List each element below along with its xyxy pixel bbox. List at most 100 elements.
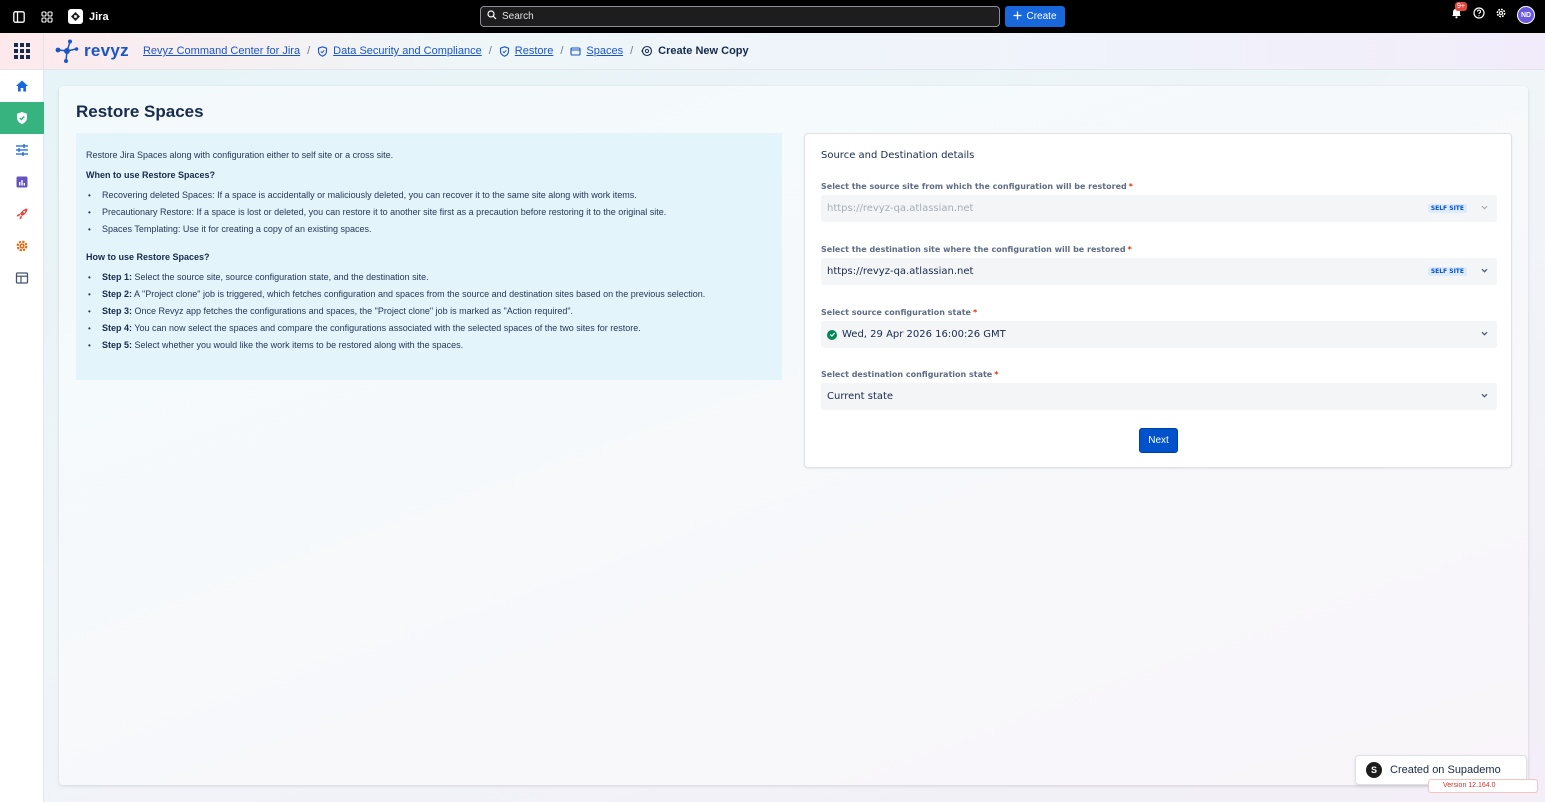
source-site-label: Select the source site from which the co… bbox=[821, 182, 1133, 191]
steps-list: Step 1: Select the source site, source c… bbox=[86, 269, 772, 354]
notifications-button[interactable]: 9+ bbox=[1450, 2, 1467, 24]
app-switcher-icon[interactable] bbox=[40, 10, 54, 24]
revyz-logo-icon bbox=[55, 39, 79, 63]
destination-state-value: Current state bbox=[827, 391, 894, 402]
sidebar-item-launch[interactable] bbox=[0, 198, 44, 230]
breadcrumb-spaces[interactable]: Spaces bbox=[586, 45, 623, 57]
step-label: Step 3: bbox=[102, 306, 133, 316]
source-state-label-text: Select source configuration state bbox=[821, 308, 971, 317]
step-label: Step 1: bbox=[102, 272, 133, 282]
app-menu-button[interactable] bbox=[0, 32, 44, 70]
step-text: A "Project clone" job is triggered, whic… bbox=[132, 289, 706, 299]
breadcrumb-separator: / bbox=[307, 45, 311, 57]
sidebar-item-settings[interactable] bbox=[0, 230, 44, 262]
supademo-logo-icon: S bbox=[1366, 762, 1382, 778]
check-circle-icon bbox=[827, 329, 837, 340]
jira-logo[interactable]: Jira bbox=[68, 9, 109, 24]
list-item: Spaces Templating: Use it for creating a… bbox=[86, 221, 772, 238]
search-icon bbox=[487, 10, 497, 23]
app-header: revyz Revyz Command Center for Jira / Da… bbox=[0, 32, 1545, 70]
jira-logo-icon bbox=[68, 9, 83, 24]
version-label: Version 12.164.0 bbox=[1428, 779, 1538, 793]
step-label: Step 4: bbox=[102, 323, 133, 333]
chevron-down-icon bbox=[1480, 266, 1489, 278]
step-text: Select whether you would like the work i… bbox=[132, 340, 464, 350]
info-panel: Restore Jira Spaces along with configura… bbox=[76, 133, 782, 380]
create-button[interactable]: Create bbox=[1005, 6, 1065, 27]
source-destination-form: Source and Destination details Select th… bbox=[804, 133, 1512, 468]
destination-state-label-text: Select destination configuration state bbox=[821, 370, 993, 379]
window-icon bbox=[570, 46, 581, 57]
list-item: Step 4: You can now select the spaces an… bbox=[86, 320, 772, 337]
shield-check-icon bbox=[17, 112, 27, 124]
user-avatar[interactable]: ND bbox=[1517, 6, 1535, 24]
revyz-logo[interactable]: revyz bbox=[54, 38, 129, 64]
destination-site-value: https://revyz-qa.atlassian.net bbox=[827, 266, 974, 277]
destination-state-select[interactable]: Current state bbox=[821, 383, 1497, 410]
sidebar-item-reports[interactable] bbox=[0, 166, 44, 198]
how-heading: How to use Restore Spaces? bbox=[86, 252, 210, 262]
bar-chart-icon bbox=[16, 176, 28, 188]
self-site-badge: SELF SITE bbox=[1427, 267, 1467, 276]
step-text: Once Revyz app fetches the configuration… bbox=[132, 306, 574, 316]
sidebar-toggle-icon[interactable] bbox=[12, 10, 26, 24]
sidebar bbox=[0, 70, 44, 802]
help-icon[interactable] bbox=[1473, 6, 1485, 24]
sidebar-item-data-security[interactable] bbox=[0, 102, 44, 134]
list-item: Step 1: Select the source site, source c… bbox=[86, 269, 772, 286]
breadcrumb-current: Create New Copy bbox=[658, 45, 749, 57]
revyz-wordmark: revyz bbox=[84, 41, 129, 60]
jira-app-name: Jira bbox=[89, 10, 109, 23]
list-item: Step 5: Select whether you would like th… bbox=[86, 337, 772, 354]
chevron-down-icon bbox=[1480, 329, 1489, 341]
required-asterisk: * bbox=[1128, 182, 1133, 191]
search-input[interactable]: Search bbox=[480, 6, 1000, 27]
create-button-label: Create bbox=[1026, 11, 1057, 22]
step-text: You can now select the spaces and compar… bbox=[132, 323, 641, 333]
source-state-select[interactable]: Wed, 29 Apr 2026 16:00:26 GMT bbox=[821, 321, 1497, 348]
source-state-label: Select source configuration state * bbox=[821, 308, 977, 317]
plus-icon bbox=[1013, 11, 1022, 23]
self-site-badge: SELF SITE bbox=[1427, 204, 1467, 213]
source-state-value: Wed, 29 Apr 2026 16:00:26 GMT bbox=[842, 329, 1006, 340]
home-icon bbox=[16, 80, 28, 92]
source-site-label-text: Select the source site from which the co… bbox=[821, 182, 1127, 191]
breadcrumb-command-center[interactable]: Revyz Command Center for Jira bbox=[143, 45, 300, 57]
sidebar-item-dashboard[interactable] bbox=[0, 262, 44, 294]
destination-site-select[interactable]: https://revyz-qa.atlassian.net SELF SITE bbox=[821, 258, 1497, 285]
shield-check-icon bbox=[499, 45, 510, 57]
rocket-icon bbox=[16, 208, 28, 220]
sidebar-item-configuration[interactable] bbox=[0, 134, 44, 166]
list-item: Step 3: Once Revyz app fetches the confi… bbox=[86, 303, 772, 320]
chevron-down-icon bbox=[1480, 391, 1489, 403]
destination-site-label: Select the destination site where the co… bbox=[821, 245, 1132, 254]
shield-icon bbox=[317, 45, 328, 57]
list-item: Recovering deleted Spaces: If a space is… bbox=[86, 187, 772, 204]
destination-state-label: Select destination configuration state * bbox=[821, 370, 998, 379]
breadcrumb-data-security[interactable]: Data Security and Compliance bbox=[333, 45, 482, 57]
source-site-select[interactable]: https://revyz-qa.atlassian.net SELF SITE bbox=[821, 195, 1497, 222]
breadcrumb-separator: / bbox=[488, 45, 492, 57]
next-button[interactable]: Next bbox=[1139, 428, 1178, 453]
breadcrumb: Revyz Command Center for Jira / Data Sec… bbox=[143, 45, 749, 57]
required-asterisk: * bbox=[1127, 245, 1132, 254]
when-list: Recovering deleted Spaces: If a space is… bbox=[86, 187, 772, 238]
notification-count-badge: 9+ bbox=[1455, 2, 1467, 11]
required-asterisk: * bbox=[972, 308, 978, 317]
list-item: Step 2: A "Project clone" job is trigger… bbox=[86, 286, 772, 303]
search-placeholder: Search bbox=[502, 11, 534, 22]
breadcrumb-separator: / bbox=[560, 45, 564, 57]
sliders-icon bbox=[16, 144, 28, 156]
step-text: Select the source site, source configura… bbox=[132, 272, 429, 282]
form-title: Source and Destination details bbox=[821, 150, 975, 161]
breadcrumb-separator: / bbox=[630, 45, 634, 57]
destination-site-label-text: Select the destination site where the co… bbox=[821, 245, 1126, 254]
breadcrumb-restore[interactable]: Restore bbox=[515, 45, 554, 57]
sidebar-item-home[interactable] bbox=[0, 70, 44, 102]
step-label: Step 2: bbox=[102, 289, 133, 299]
when-heading: When to use Restore Spaces? bbox=[86, 170, 216, 180]
top-navigation-bar: Jira Search Create 9+ ND bbox=[0, 0, 1545, 33]
settings-gear-icon[interactable] bbox=[1495, 6, 1507, 24]
supademo-label: Created on Supademo bbox=[1390, 764, 1501, 776]
list-item: Precautionary Restore: If a space is los… bbox=[86, 204, 772, 221]
